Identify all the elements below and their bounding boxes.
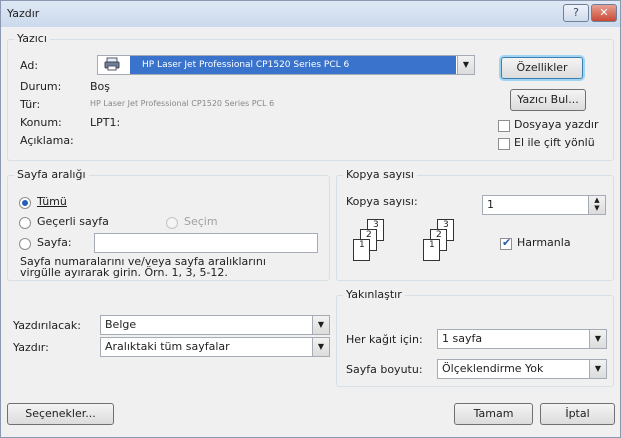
location-label: Konum: xyxy=(20,116,62,129)
chevron-down-icon[interactable]: ▼ xyxy=(589,360,606,378)
print-label: Yazdır: xyxy=(13,341,49,354)
printer-name-label: Ad: xyxy=(20,59,39,72)
chevron-down-icon[interactable]: ▼ xyxy=(312,316,329,334)
cancel-button[interactable]: İptal xyxy=(540,403,615,425)
spinner-arrows-icon[interactable]: ▲ ▼ xyxy=(588,196,605,214)
collate-page-icon: 1 xyxy=(353,239,370,261)
print-value: Aralıktaki tüm sayfalar xyxy=(105,340,230,353)
help-button[interactable]: ? xyxy=(563,4,589,22)
ok-button[interactable]: Tamam xyxy=(454,403,533,425)
pages-per-sheet-label: Her kağıt için: xyxy=(346,333,423,346)
printer-name-value: HP Laser Jet Professional CP1520 Series … xyxy=(130,56,456,74)
pages-per-sheet-value: 1 sayfa xyxy=(442,332,483,345)
scale-value: Ölçeklendirme Yok xyxy=(442,362,544,375)
chevron-down-icon[interactable]: ▼ xyxy=(457,56,474,74)
selection-radio[interactable] xyxy=(166,217,178,229)
comment-label: Açıklama: xyxy=(20,134,74,147)
status-label: Durum: xyxy=(20,80,62,93)
pages-radio[interactable] xyxy=(19,238,31,250)
collate-checkbox[interactable] xyxy=(500,236,512,250)
type-value: HP Laser Jet Professional CP1520 Series … xyxy=(90,99,275,108)
copies-group-title: Kopya sayısı xyxy=(343,168,417,181)
page-range-group-title: Sayfa aralığı xyxy=(14,168,89,181)
printer-group-title: Yazıcı xyxy=(14,32,50,45)
print-what-select[interactable]: Belge ▼ xyxy=(100,315,330,335)
pages-label[interactable]: Sayfa: xyxy=(37,236,72,249)
selection-label[interactable]: Seçim xyxy=(184,215,218,228)
chevron-down-icon[interactable]: ▼ xyxy=(312,338,329,356)
dialog-title: Yazdır xyxy=(7,7,40,20)
current-page-label[interactable]: Geçerli sayfa xyxy=(37,215,109,228)
scale-select[interactable]: Ölçeklendirme Yok ▼ xyxy=(437,359,607,379)
page-range-hint: Sayfa numaralarını ve/veya sayfa aralıkl… xyxy=(20,255,266,279)
type-label: Tür: xyxy=(20,98,41,111)
title-bar: Yazdır ? ✕ xyxy=(1,1,620,27)
collate-page-icon: 1 xyxy=(423,239,440,261)
print-dialog: Yazdır ? ✕ Yazıcı Ad: HP Laser Jet Profe… xyxy=(0,0,621,438)
copies-stepper[interactable]: 1 ▲ ▼ xyxy=(482,195,606,215)
all-pages-label[interactable]: Tümü xyxy=(37,195,67,208)
status-value: Boş xyxy=(90,80,111,93)
options-button[interactable]: Seçenekler... xyxy=(7,403,114,425)
close-button[interactable]: ✕ xyxy=(591,4,617,22)
find-printer-button[interactable]: Yazıcı Bul... xyxy=(510,89,586,111)
chevron-down-icon[interactable]: ▼ xyxy=(589,330,606,348)
print-to-file-label[interactable]: Dosyaya yazdır xyxy=(514,118,599,131)
copies-value: 1 xyxy=(487,198,494,211)
pages-per-sheet-select[interactable]: 1 sayfa ▼ xyxy=(437,329,607,349)
print-to-file-checkbox[interactable] xyxy=(498,120,510,132)
zoom-group-title: Yakınlaştır xyxy=(343,288,405,301)
properties-button[interactable]: Özellikler xyxy=(501,57,583,79)
print-select[interactable]: Aralıktaki tüm sayfalar ▼ xyxy=(100,337,330,357)
printer-icon xyxy=(104,57,120,71)
printer-name-select[interactable]: HP Laser Jet Professional CP1520 Series … xyxy=(97,55,475,75)
location-value: LPT1: xyxy=(90,116,121,129)
manual-duplex-checkbox[interactable] xyxy=(498,138,510,150)
all-pages-radio[interactable] xyxy=(19,197,31,209)
scale-label: Sayfa boyutu: xyxy=(346,363,423,376)
print-what-value: Belge xyxy=(105,318,137,331)
print-what-label: Yazdırılacak: xyxy=(13,319,81,332)
current-page-radio[interactable] xyxy=(19,217,31,229)
pages-input[interactable] xyxy=(94,233,318,253)
copies-label: Kopya sayısı: xyxy=(346,195,418,208)
manual-duplex-label[interactable]: El ile çift yönlü xyxy=(514,136,595,149)
collate-label[interactable]: Harmanla xyxy=(517,236,571,249)
